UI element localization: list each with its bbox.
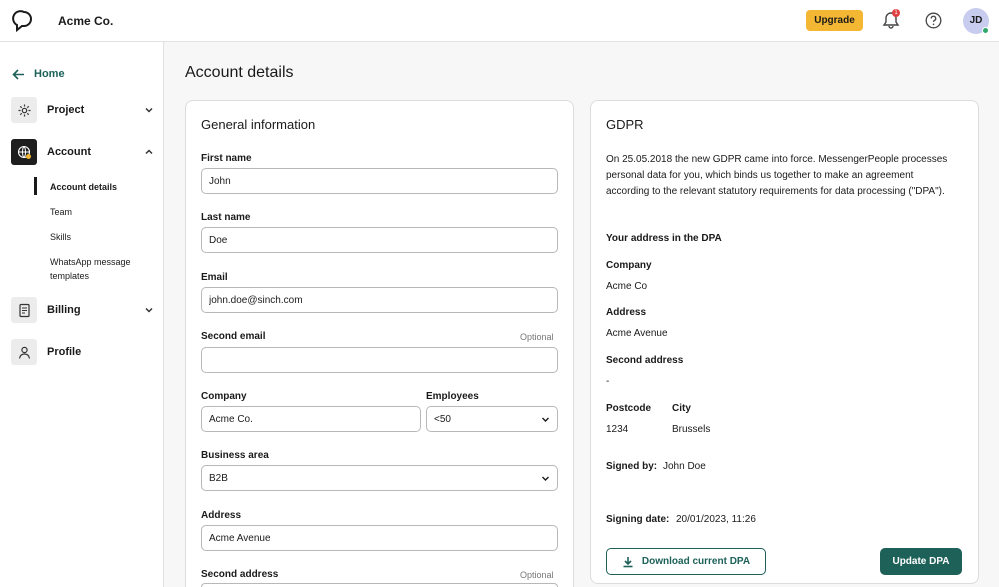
dpa-second-address-value: - xyxy=(606,376,610,387)
address-label: Address xyxy=(201,510,242,521)
dpa-city-label: City xyxy=(672,403,691,414)
top-bar: Acme Co. Upgrade 1 JD xyxy=(0,0,999,42)
home-link[interactable]: Home xyxy=(12,66,65,82)
sidebar-sub-item-account-details[interactable]: Account details xyxy=(50,180,117,194)
home-label: Home xyxy=(34,68,65,80)
signed-by-label: Signed by: xyxy=(606,461,658,472)
gear-icon xyxy=(18,104,30,116)
company-label: Company xyxy=(201,391,247,402)
employees-select[interactable]: <50 xyxy=(426,406,558,432)
dpa-company-label: Company xyxy=(606,260,652,271)
second-address-input[interactable] xyxy=(201,583,558,587)
chevron-down-icon xyxy=(542,476,549,481)
signed-by-value: John Doe xyxy=(663,461,706,472)
employees-value: <50 xyxy=(434,413,451,425)
dpa-second-address-label: Second address xyxy=(606,355,684,366)
general-information-title: General information xyxy=(201,117,316,132)
sidebar-item-label: Billing xyxy=(47,304,81,316)
page-title: Account details xyxy=(185,64,294,81)
sidebar-item-label: Project xyxy=(47,104,85,116)
sidebar-sub-item-team[interactable]: Team xyxy=(50,205,72,219)
business-area-value: B2B xyxy=(209,472,228,484)
globe-icon xyxy=(17,145,31,159)
dpa-address-heading: Your address in the DPA xyxy=(606,233,722,244)
email-input[interactable] xyxy=(201,287,558,313)
help-icon[interactable] xyxy=(925,12,942,29)
chevron-down-icon xyxy=(145,307,153,313)
gdpr-title: GDPR xyxy=(606,117,644,132)
signing-date-value: 20/01/2023, 11:26 xyxy=(676,514,756,525)
user-icon xyxy=(18,346,30,359)
notification-badge: 1 xyxy=(892,9,900,17)
dpa-postcode-value: 1234 xyxy=(606,424,629,435)
business-area-select[interactable]: B2B xyxy=(201,465,558,491)
second-email-optional: Optional xyxy=(520,332,554,342)
company-name: Acme Co. xyxy=(58,14,114,28)
signing-date-label: Signing date: xyxy=(606,514,670,525)
chevron-down-icon xyxy=(542,417,549,422)
update-dpa-button[interactable]: Update DPA xyxy=(880,548,962,575)
second-email-input[interactable] xyxy=(201,347,558,373)
download-dpa-button[interactable]: Download current DPA xyxy=(606,548,766,575)
second-address-optional: Optional xyxy=(520,570,554,580)
download-dpa-label: Download current DPA xyxy=(641,556,751,567)
address-input[interactable] xyxy=(201,525,558,551)
sidebar-sub-item-skills[interactable]: Skills xyxy=(50,230,71,244)
sidebar-item-billing[interactable]: Billing xyxy=(11,297,154,323)
chevron-down-icon xyxy=(145,107,153,113)
chevron-up-icon xyxy=(145,149,153,155)
dpa-postcode-label: Postcode xyxy=(606,403,652,414)
sidebar-item-profile[interactable]: Profile xyxy=(11,339,154,365)
email-label: Email xyxy=(201,272,228,283)
sidebar-item-label: Profile xyxy=(47,346,82,358)
upgrade-button[interactable]: Upgrade xyxy=(806,10,863,31)
gdpr-intro-text: On 25.05.2018 the new GDPR came into for… xyxy=(606,154,948,197)
business-area-label: Business area xyxy=(201,450,269,461)
dpa-company-value: Acme Co xyxy=(606,281,648,292)
company-input[interactable] xyxy=(201,406,421,432)
active-sub-item-marker xyxy=(34,177,37,195)
employees-label: Employees xyxy=(426,391,479,402)
first-name-input[interactable] xyxy=(201,168,558,194)
download-icon xyxy=(623,556,633,567)
sidebar-sub-item-whatsapp-templates[interactable]: WhatsApp message templates xyxy=(50,255,150,283)
sidebar-item-account[interactable]: Account xyxy=(11,139,154,165)
first-name-label: First name xyxy=(201,153,252,164)
online-status-dot xyxy=(982,27,989,34)
second-address-label: Second address xyxy=(201,569,279,580)
dpa-address-value: Acme Avenue xyxy=(606,328,668,339)
last-name-label: Last name xyxy=(201,212,251,223)
last-name-input[interactable] xyxy=(201,227,558,253)
dpa-address-label: Address xyxy=(606,307,647,318)
arrow-left-icon xyxy=(12,68,24,80)
invoice-icon xyxy=(18,303,30,317)
sidebar-item-label: Account xyxy=(47,146,91,158)
sidebar-item-project[interactable]: Project xyxy=(11,97,154,123)
second-email-label: Second email xyxy=(201,331,266,342)
sidebar: Home Project Account Account details Tea… xyxy=(0,42,164,587)
logo-icon[interactable] xyxy=(12,9,36,33)
dpa-city-value: Brussels xyxy=(672,424,711,435)
